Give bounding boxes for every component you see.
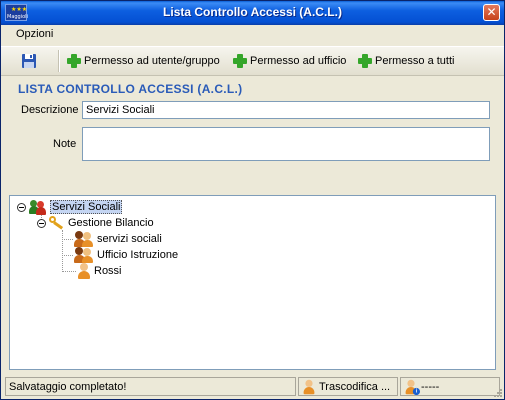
close-button[interactable]: ✕ bbox=[483, 4, 500, 21]
acl-tree[interactable]: Servizi Sociali Gestione Bilancio serviz… bbox=[9, 195, 496, 370]
status-extra: ----- bbox=[421, 380, 440, 393]
tree-connector bbox=[62, 230, 63, 272]
tree-connector bbox=[62, 239, 73, 240]
add-all-permission-label: Permesso a tutti bbox=[375, 55, 455, 67]
group-icon bbox=[29, 199, 47, 215]
add-office-permission-button[interactable]: Permesso ad ufficio bbox=[233, 52, 346, 70]
users-icon bbox=[74, 231, 94, 247]
add-icon bbox=[233, 54, 247, 68]
toolbar-separator bbox=[58, 50, 60, 72]
tree-node-label: Servizi Sociali bbox=[50, 200, 123, 214]
collapse-toggle-icon[interactable] bbox=[17, 202, 26, 212]
tree-node-servizi-sociali[interactable]: servizi sociali bbox=[74, 231, 162, 247]
tree-connector bbox=[62, 271, 76, 272]
tree-node-gestione-bilancio[interactable]: Gestione Bilancio bbox=[37, 215, 154, 231]
title-bar[interactable]: ★★★ Maggioli Lista Controllo Accessi (A.… bbox=[1, 1, 504, 25]
key-icon bbox=[49, 216, 65, 230]
status-message: Salvataggio completato! bbox=[9, 380, 127, 393]
user-icon bbox=[303, 379, 316, 394]
section-title: LISTA CONTROLLO ACCESSI (A.C.L.) bbox=[18, 82, 243, 96]
status-message-panel: Salvataggio completato! bbox=[5, 377, 296, 396]
tree-node-label: servizi sociali bbox=[97, 233, 162, 245]
status-bar: Salvataggio completato! Trascodifica ...… bbox=[1, 375, 504, 399]
tree-node-rossi[interactable]: Rossi bbox=[77, 263, 122, 279]
note-textarea[interactable] bbox=[82, 127, 490, 161]
status-user: Trascodifica ... bbox=[319, 380, 391, 393]
collapse-toggle-icon[interactable] bbox=[37, 218, 46, 228]
add-icon bbox=[358, 54, 372, 68]
descrizione-label: Descrizione bbox=[21, 104, 79, 116]
tree-node-ufficio-istruzione[interactable]: Ufficio Istruzione bbox=[74, 247, 178, 263]
add-all-permission-button[interactable]: Permesso a tutti bbox=[358, 52, 454, 70]
user-icon bbox=[77, 263, 91, 279]
users-icon bbox=[74, 247, 94, 263]
add-user-group-permission-button[interactable]: Permesso ad utente/gruppo bbox=[67, 52, 220, 70]
add-office-permission-label: Permesso ad ufficio bbox=[250, 55, 347, 67]
toolbar: Permesso ad utente/gruppo Permesso ad uf… bbox=[1, 46, 504, 76]
status-extra-panel: i ----- bbox=[400, 377, 500, 396]
acl-window: ★★★ Maggioli Lista Controllo Accessi (A.… bbox=[0, 0, 505, 400]
window-title: Lista Controllo Accessi (A.C.L.) bbox=[163, 5, 342, 19]
status-user-panel: Trascodifica ... bbox=[298, 377, 398, 396]
tree-node-root[interactable]: Servizi Sociali bbox=[17, 199, 123, 215]
menu-bar: Opzioni bbox=[1, 25, 504, 43]
tree-node-label: Rossi bbox=[94, 265, 122, 277]
tree-connector bbox=[62, 255, 73, 256]
resize-grip-icon[interactable] bbox=[492, 387, 502, 397]
descrizione-input[interactable] bbox=[82, 101, 490, 119]
note-label: Note bbox=[53, 138, 77, 150]
add-icon bbox=[67, 54, 81, 68]
floppy-disk-icon bbox=[22, 54, 36, 68]
save-button[interactable] bbox=[21, 52, 37, 70]
add-user-group-permission-label: Permesso ad utente/gruppo bbox=[84, 55, 220, 67]
tree-node-label: Ufficio Istruzione bbox=[97, 249, 179, 261]
menu-opzioni[interactable]: Opzioni bbox=[16, 28, 53, 40]
tree-node-label: Gestione Bilancio bbox=[68, 217, 154, 229]
user-info-icon: i bbox=[405, 379, 420, 395]
